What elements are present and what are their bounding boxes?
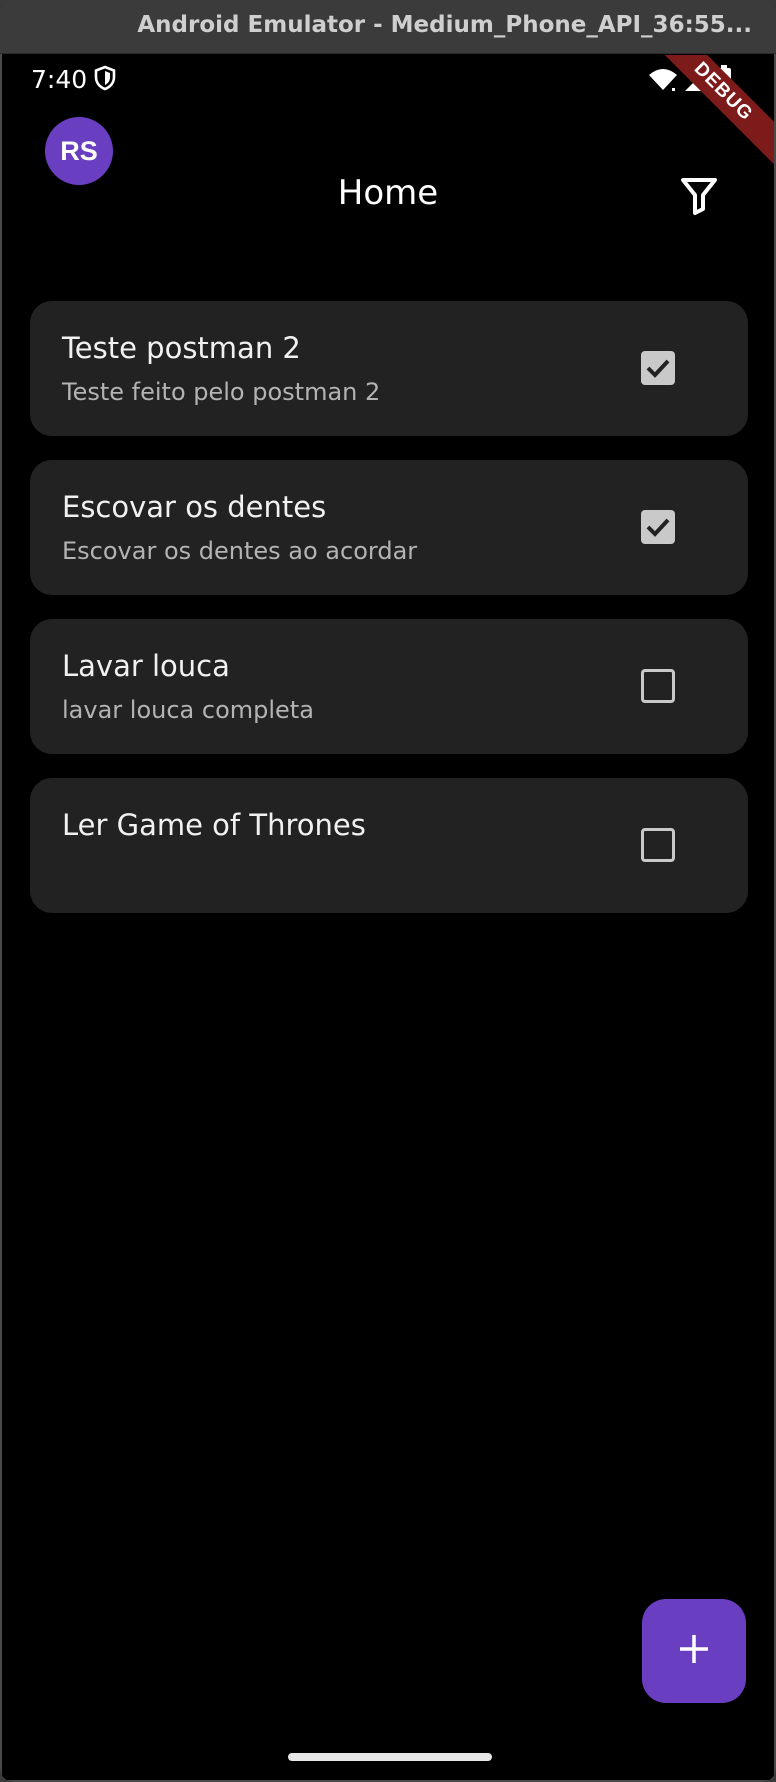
check-icon xyxy=(646,359,670,378)
task-description: lavar louca completa xyxy=(62,696,314,724)
task-checkbox[interactable] xyxy=(641,351,675,385)
filter-icon xyxy=(679,178,719,219)
wifi-icon xyxy=(648,67,678,96)
task-card[interactable]: Escovar os dentes Escovar os dentes ao a… xyxy=(30,460,748,595)
page-title: Home xyxy=(337,173,439,213)
task-description: Teste feito pelo postman 2 xyxy=(62,378,381,406)
task-title: Escovar os dentes xyxy=(62,490,327,524)
app-bar: Home xyxy=(2,145,774,241)
task-checkbox[interactable] xyxy=(641,828,675,862)
task-title: Ler Game of Thrones xyxy=(62,808,366,842)
task-card[interactable]: Ler Game of Thrones xyxy=(30,778,748,913)
task-description: Escovar os dentes ao acordar xyxy=(62,537,418,565)
check-icon xyxy=(646,518,670,537)
add-task-button[interactable] xyxy=(642,1599,746,1703)
status-time: 7:40 xyxy=(31,65,88,94)
filter-button[interactable] xyxy=(679,175,719,215)
phone-screen: 7:40 DEBUG Home RS Teste postman 2 Teste… xyxy=(2,55,774,1780)
window-titlebar[interactable]: Android Emulator - Medium_Phone_API_36:5… xyxy=(0,0,776,54)
task-title: Teste postman 2 xyxy=(62,331,301,365)
task-card[interactable]: Lavar louca lavar louca completa xyxy=(30,619,748,754)
gesture-home-bar[interactable] xyxy=(288,1753,492,1761)
task-checkbox[interactable] xyxy=(641,510,675,544)
shield-icon xyxy=(94,65,116,96)
task-checkbox[interactable] xyxy=(641,669,675,703)
task-title: Lavar louca xyxy=(62,649,230,683)
task-list: Teste postman 2 Teste feito pelo postman… xyxy=(30,301,748,937)
avatar[interactable]: RS xyxy=(45,117,113,185)
plus-icon xyxy=(678,1633,710,1670)
window-title: Android Emulator - Medium_Phone_API_36:5… xyxy=(137,12,752,38)
emulator-window: Android Emulator - Medium_Phone_API_36:5… xyxy=(0,0,776,1782)
task-card[interactable]: Teste postman 2 Teste feito pelo postman… xyxy=(30,301,748,436)
